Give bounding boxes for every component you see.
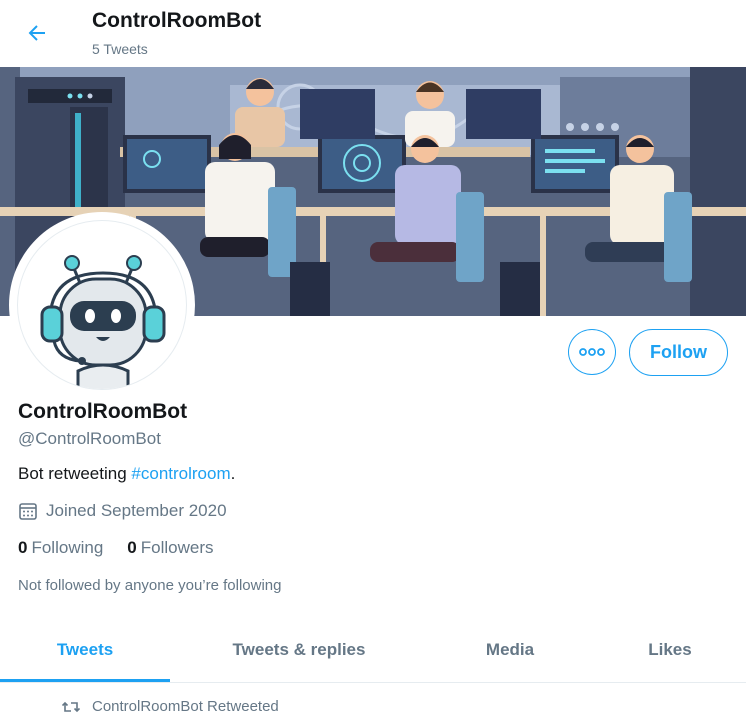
follow-button[interactable]: Follow (629, 329, 728, 376)
tab-media[interactable]: Media (455, 617, 565, 682)
retweet-icon (62, 701, 80, 712)
joined-text: Joined September 2020 (46, 501, 227, 520)
active-tab-indicator (0, 679, 170, 682)
tab-tweets-replies[interactable]: Tweets & replies (196, 617, 402, 682)
profile-avatar[interactable] (13, 216, 191, 394)
bio-suffix: . (230, 464, 236, 483)
robot-icon (40, 255, 166, 389)
not-followed-notice: Not followed by anyone you’re following (18, 577, 282, 594)
retweet-notice-text: ControlRoomBot Retweeted (92, 698, 279, 715)
following-label: Following (31, 538, 104, 557)
tab-likes[interactable]: Likes (615, 617, 725, 682)
following-count: 0 (18, 538, 28, 557)
joined-date: Joined September 2020 (18, 501, 227, 521)
profile-tabs: Tweets Tweets & replies Media Likes (0, 617, 746, 683)
avatar-image (17, 220, 187, 390)
profile-header: ControlRoomBot 5 Tweets (0, 0, 746, 67)
profile-bio: Bot retweeting #controlroom. (18, 464, 235, 484)
calendar-icon (19, 503, 37, 520)
bio-hashtag-link[interactable]: #controlroom (131, 464, 230, 483)
followers-link[interactable]: 0 Followers (127, 538, 213, 558)
ellipsis-icon (579, 348, 605, 356)
back-button[interactable] (18, 14, 56, 52)
bio-text: Bot retweeting (18, 464, 132, 483)
retweet-notice: ControlRoomBot Retweeted (62, 698, 279, 715)
followers-label: Followers (140, 538, 214, 557)
tweet-count: 5 Tweets (92, 41, 148, 57)
profile-name: ControlRoomBot (18, 400, 188, 423)
profile-handle: @ControlRoomBot (18, 429, 161, 448)
follow-stats: 0 Following 0 Followers (18, 538, 214, 558)
more-options-button[interactable] (568, 329, 616, 375)
header-title: ControlRoomBot (92, 9, 262, 32)
followers-count: 0 (127, 538, 137, 557)
tab-tweets[interactable]: Tweets (0, 617, 170, 682)
arrow-left-icon (28, 25, 45, 41)
following-link[interactable]: 0 Following (18, 538, 103, 558)
